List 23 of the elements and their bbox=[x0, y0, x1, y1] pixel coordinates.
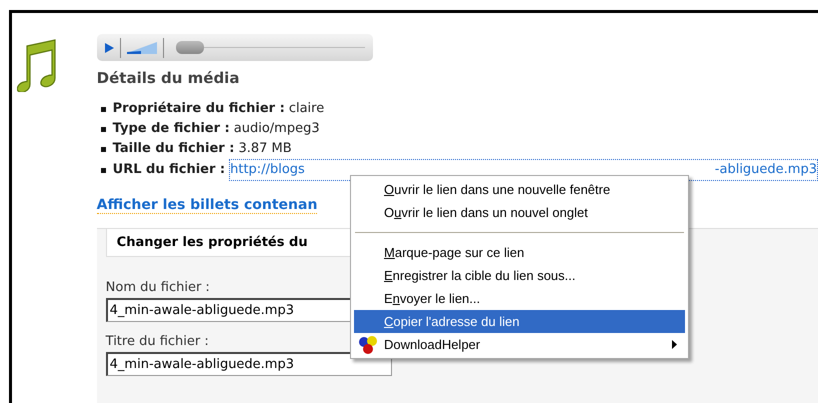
play-icon[interactable] bbox=[104, 42, 114, 52]
property-label: URL du fichier : bbox=[112, 161, 226, 179]
volume-icon[interactable] bbox=[126, 42, 157, 54]
menu-item[interactable]: Copier l'adresse du lien bbox=[354, 310, 685, 333]
section-title: Détails du média bbox=[96, 69, 240, 87]
property-value: claire bbox=[288, 100, 324, 118]
slider-thumb[interactable] bbox=[176, 41, 204, 54]
property-label: Propriétaire du fichier : bbox=[112, 100, 285, 118]
field-label: Nom du fichier : bbox=[106, 280, 210, 295]
seek-slider[interactable] bbox=[176, 41, 365, 54]
text-field[interactable]: 4_min-awale-abliguede.mp3 bbox=[106, 352, 392, 376]
menu-item[interactable]: Ouvrir le lien dans un nouvel onglet bbox=[354, 201, 685, 224]
property-label: Type de fichier : bbox=[112, 120, 230, 138]
music-note-icon bbox=[17, 38, 57, 92]
colored-balls-icon bbox=[358, 334, 378, 354]
show-posts-link[interactable]: Afficher les billets contenan bbox=[96, 197, 318, 214]
property-label: Taille du fichier : bbox=[112, 140, 234, 158]
property-value: 3.87 MB bbox=[238, 140, 292, 158]
menu-item[interactable]: Ouvrir le lien dans une nouvelle fenêtre bbox=[354, 178, 685, 201]
submenu-arrow-icon bbox=[672, 340, 677, 349]
property-value: audio/mpeg3 bbox=[234, 120, 320, 138]
field-label: Titre du fichier : bbox=[106, 334, 209, 349]
menu-item[interactable]: Enregistrer la cible du lien sous... bbox=[354, 264, 685, 287]
